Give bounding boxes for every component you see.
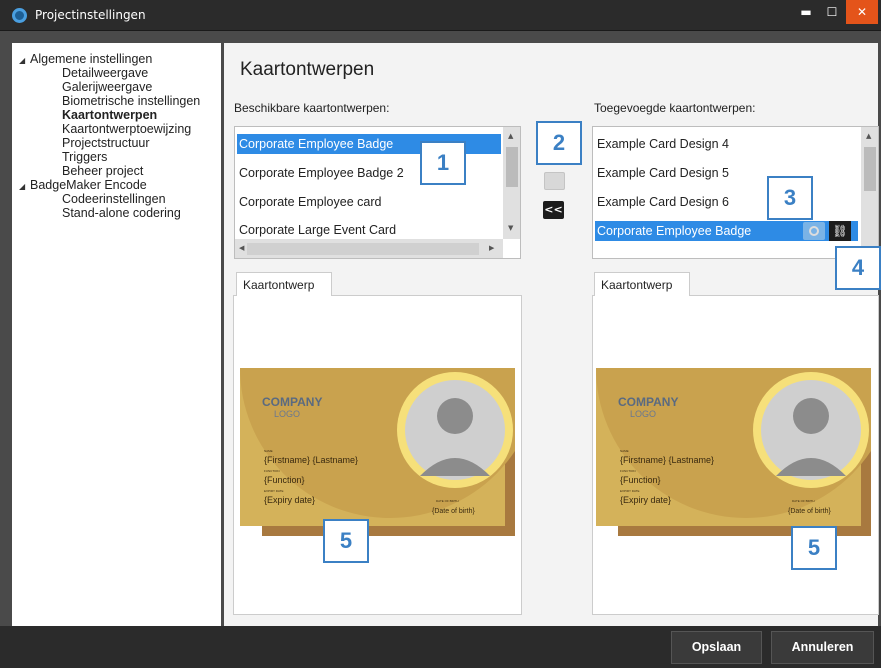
scroll-up-icon[interactable]: ▲ [508,132,513,140]
added-designs-list[interactable]: Example Card Design 4 Example Card Desig… [592,126,879,259]
dob-field: {Date of birth} [432,508,475,515]
page-title: Kaartontwerpen [240,59,375,80]
name-caption: NAME [264,449,273,453]
edit-button[interactable] [803,222,825,240]
tree-item-detail-view[interactable]: Detailweergave [62,66,148,80]
dob-field: {Date of birth} [788,508,831,515]
tree-item-biometric-settings[interactable]: Biometrische instellingen [62,94,200,108]
function-caption: FUNCTION [620,469,636,473]
expiry-field: {Expiry date} [264,495,315,505]
scroll-thumb[interactable] [864,147,876,191]
list-item[interactable]: Corporate Employee card [239,195,381,209]
tree-item-standalone-encoding[interactable]: Stand-alone codering [62,206,181,220]
edit-icon [809,226,819,236]
save-button[interactable]: Opslaan [671,631,762,664]
expiry-caption: EXPIRY DATE [620,489,640,493]
list-item[interactable]: Corporate Employee Badge [239,137,393,151]
company-logo-subtext: LOGO [274,409,300,419]
app-logo-icon [12,8,27,23]
card-preview-image: COMPANY LOGO NAME {Firstname} {Lastname}… [240,368,515,536]
tree-item-manage-project[interactable]: Beheer project [62,164,143,178]
move-left-button[interactable]: << [543,201,564,219]
title-bar: Projectinstellingen ▬ ☐ ✕ [0,0,881,31]
minimize-icon[interactable]: ▬ [792,0,820,24]
tree-item-encoding-settings[interactable]: Codeerinstellingen [62,192,166,206]
expiry-field: {Expiry date} [620,495,671,505]
list-item[interactable]: Example Card Design 4 [597,137,729,151]
expand-arrow-icon[interactable]: ◢ [19,56,25,65]
callout-4: 4 [835,246,881,290]
function-field: {Function} [620,475,661,485]
card-preview-image: COMPANY LOGO NAME {Firstname} {Lastname}… [596,368,871,536]
callout-2: 2 [536,121,582,165]
scroll-thumb[interactable] [247,243,479,255]
function-caption: FUNCTION [264,469,280,473]
tree-item-general-settings[interactable]: Algemene instellingen [30,52,152,66]
available-list-caption: Beschikbare kaartontwerpen: [234,101,390,115]
callout-1: 1 [420,141,466,185]
scroll-left-icon[interactable]: ◀ [239,244,244,252]
list-item[interactable]: Corporate Employee Badge [597,224,751,238]
scroll-up-icon[interactable]: ▲ [866,132,871,140]
scroll-thumb[interactable] [506,147,518,187]
tree-item-project-structure[interactable]: Projectstructuur [62,136,150,150]
tab-card-design[interactable]: Kaartontwerp [236,272,332,296]
horizontal-scrollbar[interactable]: ◀ ▶ [235,239,503,258]
name-field: {Firstname} {Lastname} [620,455,714,465]
callout-5: 5 [323,519,369,563]
tree-item-gallery-view[interactable]: Galerijweergave [62,80,152,94]
dob-caption: DATE OF BIRTH [436,499,459,503]
name-caption: NAME [620,449,629,453]
dob-caption: DATE OF BIRTH [792,499,815,503]
company-logo-subtext: LOGO [630,409,656,419]
move-right-button[interactable] [544,172,565,190]
expand-arrow-icon[interactable]: ◢ [19,182,25,191]
cancel-button[interactable]: Annuleren [771,631,874,664]
tree-item-triggers[interactable]: Triggers [62,150,107,164]
window-title: Projectinstellingen [35,8,146,22]
vertical-scrollbar[interactable]: ▲ [861,127,878,258]
available-designs-list[interactable]: Corporate Employee Badge Corporate Emplo… [234,126,521,259]
list-item[interactable]: Corporate Large Event Card [239,223,396,237]
tab-card-design[interactable]: Kaartontwerp [594,272,690,296]
list-item[interactable]: Example Card Design 6 [597,195,729,209]
callout-3: 3 [767,176,813,220]
scroll-right-icon[interactable]: ▶ [489,244,494,252]
tree-item-card-design-assignment[interactable]: Kaartontwerptoewijzing [62,122,191,136]
company-logo-text: COMPANY [618,395,678,409]
tree-item-card-designs[interactable]: Kaartontwerpen [62,108,157,122]
close-icon[interactable]: ✕ [846,0,878,24]
added-list-caption: Toegevoegde kaartontwerpen: [594,101,756,115]
list-item[interactable]: Example Card Design 5 [597,166,729,180]
vertical-scrollbar[interactable]: ▲ ▼ [503,127,520,239]
expiry-caption: EXPIRY DATE [264,489,284,493]
maximize-icon[interactable]: ☐ [818,0,846,24]
callout-5: 5 [791,526,837,570]
company-logo-text: COMPANY [262,395,322,409]
function-field: {Function} [264,475,305,485]
list-item[interactable]: Corporate Employee Badge 2 [239,166,404,180]
name-field: {Firstname} {Lastname} [264,455,358,465]
tree-item-badgemaker-encode[interactable]: BadgeMaker Encode [30,178,147,192]
link-icon[interactable]: ⛓ [829,221,851,241]
settings-tree: ◢ Algemene instellingen Detailweergave G… [12,43,221,626]
scroll-down-icon[interactable]: ▼ [508,224,513,232]
